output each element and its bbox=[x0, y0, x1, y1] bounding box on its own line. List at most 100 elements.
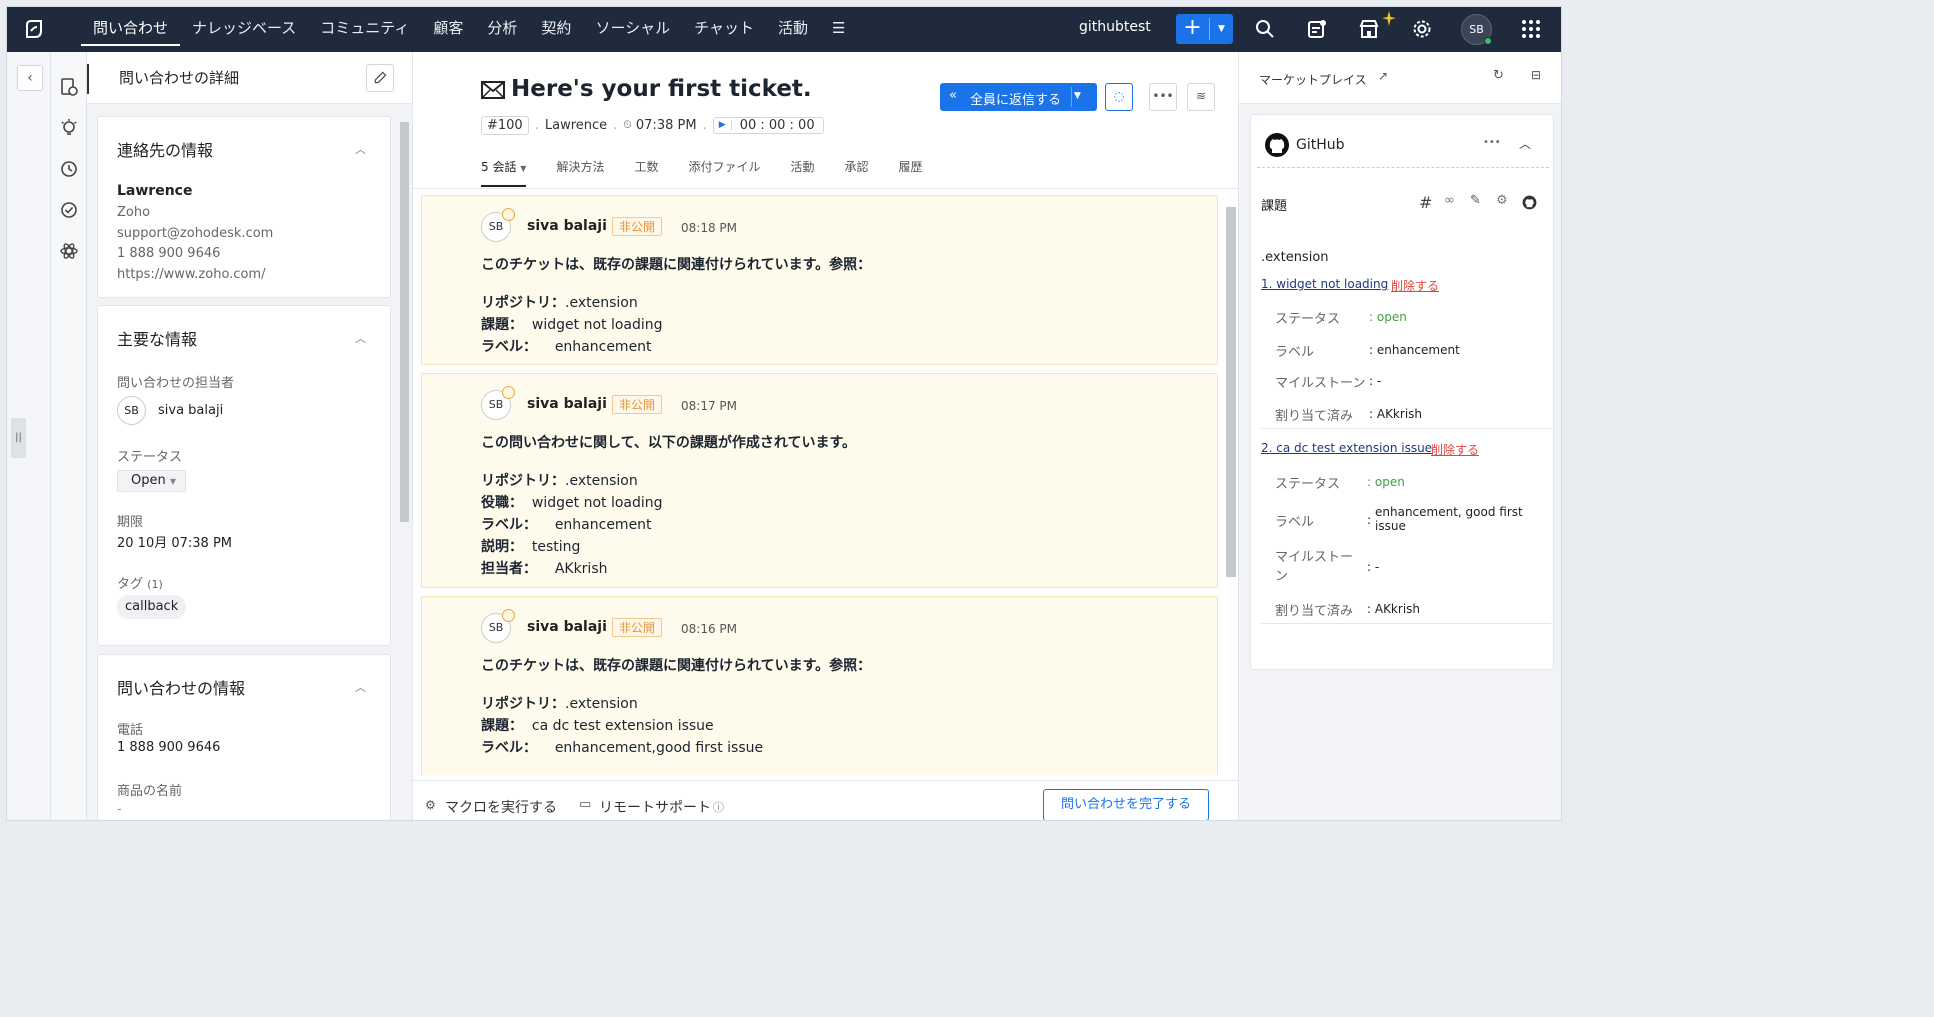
collapse-chevron-up-icon[interactable]: ︿ bbox=[355, 679, 366, 695]
app-grid-icon[interactable] bbox=[1520, 18, 1542, 40]
close-ticket-button[interactable]: 問い合わせを完了する bbox=[1043, 789, 1209, 820]
github-mark-icon[interactable] bbox=[1522, 195, 1537, 210]
chevron-down-icon[interactable]: ▼ bbox=[1210, 14, 1233, 44]
nav-tab-tickets[interactable]: 問い合わせ bbox=[81, 7, 181, 52]
zoho-desk-logo-icon[interactable] bbox=[21, 17, 47, 43]
history-clock-icon[interactable] bbox=[59, 159, 79, 179]
panel-resize-handle[interactable]: || bbox=[11, 418, 26, 458]
issue-link[interactable]: 2. ca dc test extension issue bbox=[1261, 441, 1432, 455]
scrollbar-thumb[interactable] bbox=[400, 122, 409, 522]
contact-name[interactable]: Lawrence bbox=[117, 183, 192, 199]
hash-icon[interactable]: # bbox=[1419, 193, 1432, 212]
minimize-panel-icon[interactable]: ⊟ bbox=[1531, 68, 1541, 82]
integrations-atom-icon[interactable] bbox=[59, 241, 79, 261]
left-panel-scrollbar[interactable] bbox=[399, 110, 409, 820]
line-value: widget not loading bbox=[531, 317, 663, 333]
tag-chip[interactable]: callback bbox=[117, 595, 187, 619]
search-icon[interactable] bbox=[1254, 18, 1276, 40]
collapse-chevron-up-icon[interactable]: ︿ bbox=[1519, 135, 1531, 152]
run-macro-button[interactable]: マクロを実行する bbox=[445, 797, 557, 817]
nav-tab-customers[interactable]: 顧客 bbox=[421, 7, 475, 52]
tab-solution[interactable]: 解決方法 bbox=[556, 158, 604, 187]
plus-icon[interactable]: + bbox=[1176, 14, 1209, 44]
department-selector[interactable]: githubtest bbox=[1079, 19, 1151, 35]
private-comment[interactable]: SB siva balaji 非公開 08:17 PM この問い合わせに関して、… bbox=[421, 373, 1218, 588]
private-comment[interactable]: SB siva balaji 非公開 08:16 PM このチケットは、既存の課… bbox=[421, 596, 1218, 775]
issue-status-label: ステータス bbox=[1275, 477, 1341, 492]
nav-tab-analytics[interactable]: 分析 bbox=[475, 7, 529, 52]
issue-link[interactable]: 1. widget not loading bbox=[1261, 277, 1388, 291]
tab-time-entry[interactable]: 工数 bbox=[634, 158, 658, 187]
thread-scrollbar[interactable] bbox=[1225, 195, 1236, 775]
contact-phone[interactable]: 1 888 900 9646 bbox=[117, 246, 220, 261]
comment-bubble-icon[interactable]: ◌ bbox=[1105, 83, 1133, 111]
comment-heading: この問い合わせに関して、以下の課題が作成されています。 bbox=[481, 435, 857, 451]
product-label: 商品の名前 bbox=[117, 784, 183, 799]
product-value[interactable]: - bbox=[117, 802, 122, 817]
ticket-contact[interactable]: Lawrence bbox=[545, 118, 607, 133]
quick-add-button[interactable]: + ▼ bbox=[1176, 14, 1233, 44]
nav-more-menu-icon[interactable]: ☰ bbox=[820, 7, 857, 52]
link-icon[interactable]: ∞ bbox=[1444, 193, 1455, 208]
private-comment[interactable]: SB siva balaji 非公開 08:18 PM このチケットは、既存の課… bbox=[421, 195, 1218, 365]
settings-gear-icon[interactable] bbox=[1411, 18, 1433, 40]
edit-pencil-icon[interactable] bbox=[366, 64, 394, 92]
line-value: .extension bbox=[565, 295, 638, 311]
tab-attachments[interactable]: 添付ファイル bbox=[688, 158, 760, 187]
contact-website[interactable]: https://www.zoho.com/ bbox=[117, 267, 265, 282]
timer-play-icon[interactable]: ▶ bbox=[714, 120, 732, 130]
nav-tab-knowledge-base[interactable]: ナレッジベース bbox=[180, 7, 308, 52]
edit-pencil-icon[interactable]: ✎ bbox=[1470, 193, 1481, 208]
delete-issue-link[interactable]: 削除する bbox=[1431, 441, 1479, 458]
delete-issue-link[interactable]: 削除する bbox=[1391, 277, 1439, 294]
nav-tab-activities[interactable]: 活動 bbox=[766, 7, 820, 52]
external-link-icon[interactable]: ↗ bbox=[1378, 69, 1388, 83]
nav-tab-social[interactable]: ソーシャル bbox=[583, 7, 682, 52]
nav-tab-contracts[interactable]: 契約 bbox=[529, 7, 583, 52]
reply-all-button[interactable]: « 全員に返信する ▼ bbox=[940, 83, 1097, 111]
status-dropdown[interactable]: Open ▼ bbox=[117, 470, 186, 492]
nav-tab-chat[interactable]: チャット bbox=[682, 7, 766, 52]
settings-gear-icon[interactable]: ⚙ bbox=[1496, 193, 1508, 208]
chevron-down-icon[interactable]: ▼ bbox=[1074, 91, 1081, 101]
tab-history[interactable]: 履歴 bbox=[899, 158, 923, 187]
marketplace-store-icon[interactable] bbox=[1358, 18, 1380, 40]
panel-header: 問い合わせの詳細 bbox=[87, 52, 412, 104]
tab-approvals[interactable]: 承認 bbox=[845, 158, 869, 187]
remote-support-button[interactable]: リモートサポート bbox=[599, 797, 711, 817]
more-options-icon[interactable]: ••• bbox=[1149, 83, 1177, 111]
phone-value[interactable]: 1 888 900 9646 bbox=[117, 740, 220, 755]
status-label: ステータス bbox=[117, 450, 183, 465]
collapse-chevron-up-icon[interactable]: ︿ bbox=[355, 141, 366, 157]
nav-tab-community[interactable]: コミュニティ bbox=[308, 7, 421, 52]
author-avatar: SB bbox=[481, 208, 515, 242]
divider bbox=[1257, 167, 1549, 168]
owner-name[interactable]: siva balaji bbox=[158, 403, 223, 418]
avatar-initials: SB bbox=[488, 398, 504, 411]
key-info-heading: 主要な情報 bbox=[117, 330, 198, 349]
comment-line: リポジトリ：.extension bbox=[481, 693, 871, 715]
layers-icon[interactable]: ≋ bbox=[1187, 83, 1215, 111]
ticket-details-icon[interactable] bbox=[59, 77, 79, 97]
checkmark-circle-icon[interactable] bbox=[59, 200, 79, 220]
due-value[interactable]: 20 10月 07:38 PM bbox=[117, 532, 232, 551]
comment-line: リポジトリ：.extension bbox=[481, 292, 871, 314]
issues-heading: 課題 bbox=[1261, 199, 1288, 214]
more-options-icon[interactable]: ••• bbox=[1483, 137, 1501, 148]
line-value: widget not loading bbox=[531, 495, 663, 511]
refresh-icon[interactable]: ↻ bbox=[1493, 68, 1504, 83]
contact-email[interactable]: support@zohodesk.com bbox=[117, 226, 273, 241]
collapse-chevron-up-icon[interactable]: ︿ bbox=[355, 330, 366, 346]
notes-icon[interactable] bbox=[1306, 18, 1328, 40]
left-rail: ‹ || bbox=[7, 52, 51, 820]
line-key: リポジトリ： bbox=[481, 295, 565, 311]
comment-body: この問い合わせに関して、以下の課題が作成されています。 リポジトリ：.exten… bbox=[481, 432, 856, 580]
tab-activities[interactable]: 活動 bbox=[790, 158, 814, 187]
lightbulb-icon[interactable] bbox=[59, 118, 79, 138]
back-chevron-left-icon[interactable]: ‹ bbox=[17, 65, 43, 91]
user-avatar[interactable]: SB bbox=[1461, 14, 1492, 45]
tab-conversations[interactable]: 5 会話 ▼ bbox=[481, 158, 527, 187]
info-icon[interactable]: ⓘ bbox=[713, 799, 724, 815]
scrollbar-thumb[interactable] bbox=[1226, 207, 1236, 577]
ticket-time: 07:38 PM bbox=[635, 117, 697, 133]
